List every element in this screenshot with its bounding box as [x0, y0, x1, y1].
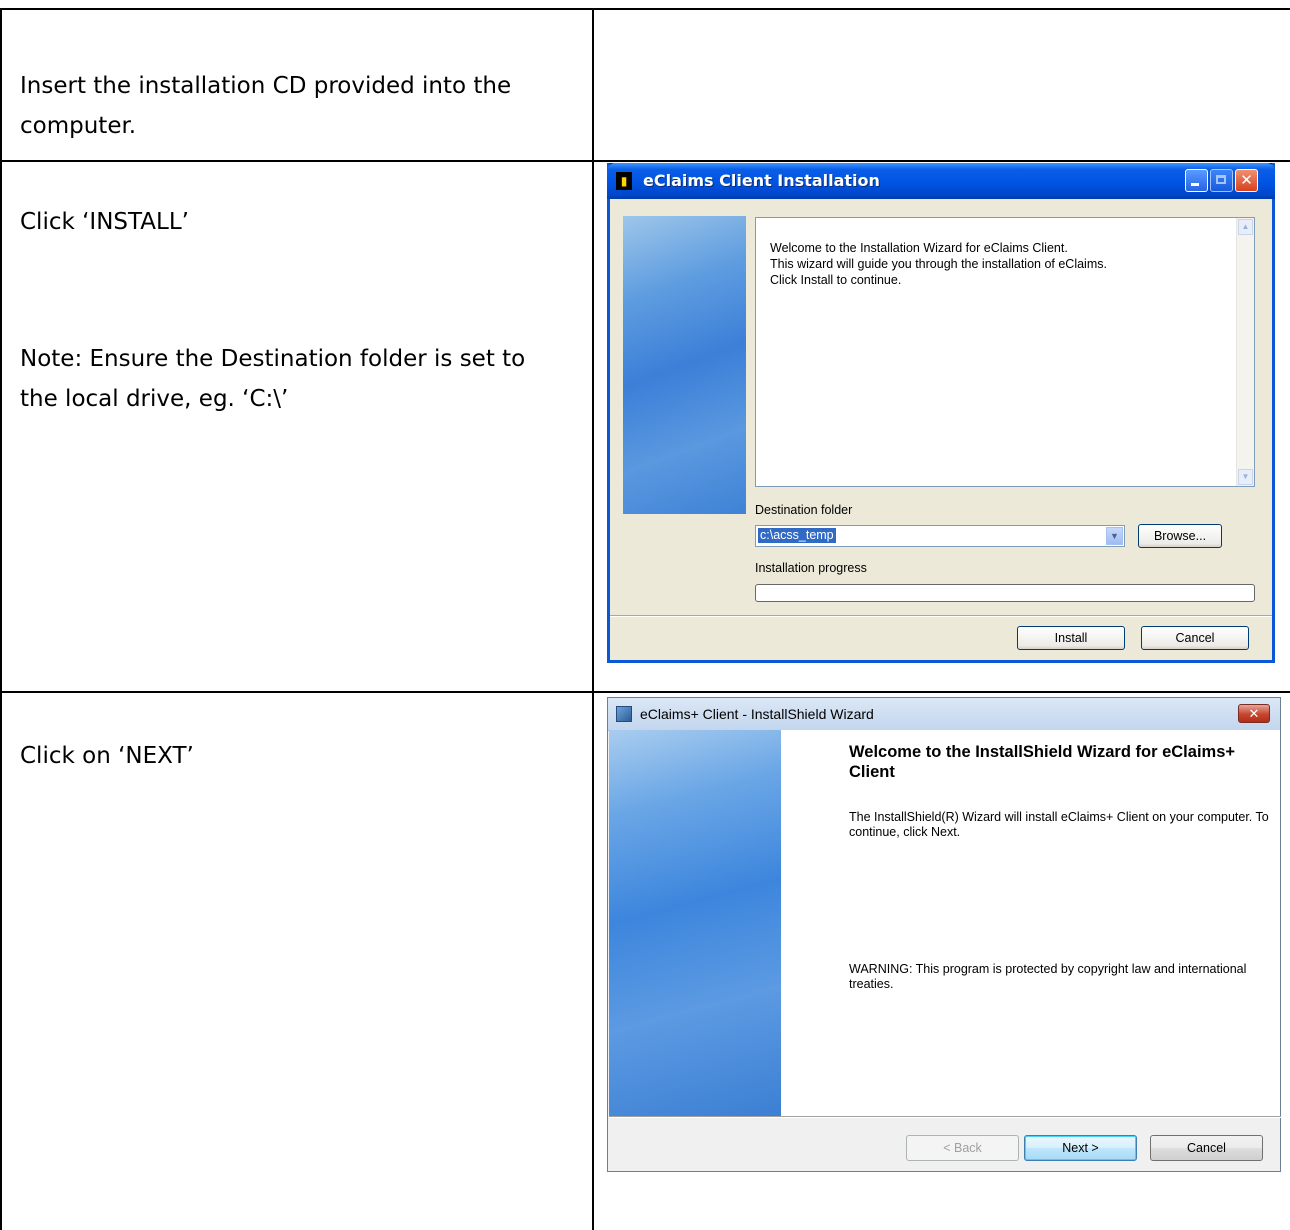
cancel-button[interactable]: Cancel [1150, 1135, 1263, 1161]
maximize-icon [1210, 169, 1233, 192]
scroll-down-icon[interactable]: ▼ [1238, 469, 1253, 485]
window-title: eClaims+ Client - InstallShield Wizard [640, 706, 874, 722]
welcome-heading: Welcome to the InstallShield Wizard for … [849, 743, 1236, 781]
minimize-icon[interactable] [1185, 169, 1208, 192]
chevron-down-icon[interactable]: ▼ [1106, 527, 1123, 545]
divider [610, 615, 1272, 617]
cancel-button[interactable]: Cancel [1141, 626, 1249, 650]
step-3-text: Click on ‘NEXT’ [20, 743, 194, 769]
welcome-panel: Welcome to the InstallShield Wizard for … [781, 730, 1280, 1116]
title-bar[interactable]: ▮ eClaims Client Installation ✕ [607, 163, 1275, 199]
browse-button[interactable]: Browse... [1138, 524, 1222, 548]
installation-progress-label: Installation progress [755, 561, 867, 575]
dialog-body: Welcome to the Installation Wizard for e… [610, 199, 1272, 660]
table-column-divider [592, 8, 594, 1230]
step-1-text: Insert the installation CD provided into… [20, 73, 512, 139]
side-banner-image [623, 216, 746, 514]
divider [609, 1116, 1281, 1118]
table-border-left [0, 8, 2, 1230]
table-row-divider [0, 691, 1290, 693]
next-button[interactable]: Next > [1024, 1135, 1137, 1161]
welcome-line: Welcome to the Installation Wizard for e… [770, 241, 1068, 255]
installshield-wizard-dialog: eClaims+ Client - InstallShield Wizard ✕… [607, 697, 1281, 1172]
installshield-icon [616, 706, 632, 722]
welcome-line: This wizard will guide you through the i… [770, 257, 1107, 271]
title-bar[interactable]: eClaims+ Client - InstallShield Wizard ✕ [608, 698, 1280, 731]
step-2-text: Click ‘INSTALL’ [20, 209, 189, 235]
back-button[interactable]: < Back [906, 1135, 1019, 1161]
table-row-divider [0, 160, 1290, 162]
close-icon[interactable]: ✕ [1238, 704, 1270, 723]
destination-folder-select[interactable]: c:\acss_temp ▼ [755, 525, 1125, 547]
scroll-up-icon[interactable]: ▲ [1238, 219, 1253, 235]
side-banner-image [609, 730, 781, 1116]
destination-folder-value: c:\acss_temp [758, 528, 836, 543]
step-2-note: Note: Ensure the Destination folder is s… [20, 346, 526, 412]
installation-progress-bar [755, 584, 1255, 602]
table-border-top [0, 8, 1290, 10]
install-button[interactable]: Install [1017, 626, 1125, 650]
welcome-text: Welcome to the Installation Wizard for e… [770, 240, 1224, 288]
close-icon[interactable]: ✕ [1235, 169, 1258, 192]
eclaims-installation-dialog: ▮ eClaims Client Installation ✕ Welcome … [607, 163, 1275, 663]
intro-text: The InstallShield(R) Wizard will install… [849, 810, 1269, 839]
scrollbar[interactable]: ▲ ▼ [1236, 218, 1254, 486]
installer-icon: ▮ [616, 172, 632, 190]
destination-folder-label: Destination folder [755, 503, 853, 517]
window-title: eClaims Client Installation [643, 171, 880, 190]
welcome-textbox[interactable]: Welcome to the Installation Wizard for e… [755, 217, 1255, 487]
warning-text: WARNING: This program is protected by co… [849, 962, 1247, 991]
welcome-line: Click Install to continue. [770, 273, 902, 287]
